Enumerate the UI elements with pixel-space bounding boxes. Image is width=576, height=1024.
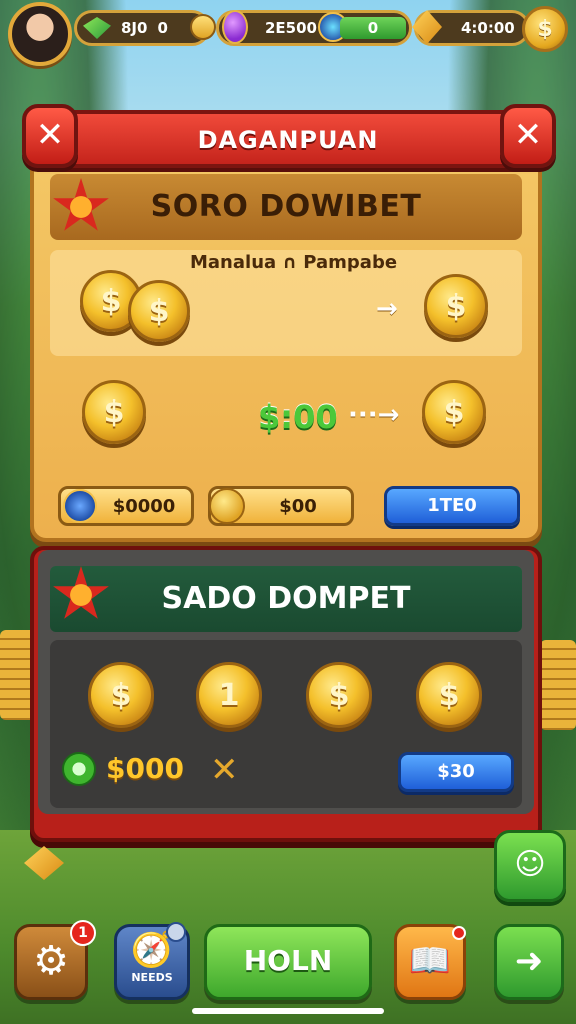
dashed-arrow-icon: ···→ <box>348 400 400 430</box>
wallet-action-button[interactable]: $30 <box>398 752 514 792</box>
home-indicator[interactable] <box>192 1008 384 1014</box>
green-gem-icon <box>83 17 111 39</box>
info-icon <box>166 922 186 942</box>
coin-icon: $ <box>422 380 486 444</box>
balance-field-1[interactable]: $0000 <box>58 486 194 526</box>
exchange-button[interactable]: 1TE0 <box>384 486 520 526</box>
character-button[interactable]: ☺ <box>494 830 566 902</box>
close-button-left[interactable]: ✕ <box>22 104 78 168</box>
gear-icon: ⚙ <box>33 938 69 984</box>
progress-value: 0 <box>340 17 406 39</box>
purple-gem-icon <box>222 10 248 44</box>
exchange-amount: $:00 <box>258 398 338 436</box>
balance-field-2-value: $00 <box>279 495 317 517</box>
add-gems-button[interactable] <box>190 14 216 40</box>
coin-icon: $ <box>128 280 190 342</box>
coin-stack-right <box>540 640 576 730</box>
crossed-tools-icon: ✕ <box>210 750 239 790</box>
close-button-right[interactable]: ✕ <box>500 104 556 168</box>
wallet-coin-3[interactable]: $ <box>306 662 372 728</box>
needs-label: NEEDS <box>131 971 173 984</box>
green-ring-icon <box>62 752 96 786</box>
book-icon: 📖 <box>408 941 452 981</box>
wallet-coin-1[interactable]: $ <box>88 662 154 728</box>
balance-field-1-value: $0000 <box>112 495 176 517</box>
dialog-banner: DAGANPUAN <box>28 110 548 168</box>
dialog-title: DAGANPUAN <box>197 126 379 154</box>
player-avatar[interactable] <box>8 2 72 66</box>
hold-button[interactable]: HOLN <box>204 924 372 1000</box>
settings-notification-badge: 1 <box>70 920 96 946</box>
wallet-amount: $000 <box>106 752 184 785</box>
gold-count: 4:0:00 <box>461 19 515 37</box>
arrow-right-icon: → <box>376 294 398 324</box>
balance-field-2[interactable]: $00 <box>208 486 354 526</box>
wallet-coin-4[interactable]: $ <box>416 662 482 728</box>
wallet-coin-2[interactable]: 1 <box>196 662 262 728</box>
gem-extra: 0 <box>157 19 168 37</box>
section2-title: SADO DOMPET <box>161 581 411 616</box>
gem-count: 8J0 <box>121 19 148 37</box>
section1-title: SORO DOWIBET <box>150 189 422 224</box>
section1-subtitle: Manalua ∩ Pampabe <box>190 252 398 273</box>
coin-icon: $ <box>424 274 488 338</box>
arrow-icon: ➜ <box>514 941 544 981</box>
coin-icon: $ <box>82 380 146 444</box>
coin-icon <box>209 488 245 524</box>
coin-shop-button[interactable]: $ <box>522 6 568 52</box>
share-button[interactable]: ➜ <box>494 924 564 1000</box>
compass-icon <box>63 489 97 523</box>
book-notification-dot <box>452 926 466 940</box>
energy-count: 2E500 <box>265 19 317 37</box>
